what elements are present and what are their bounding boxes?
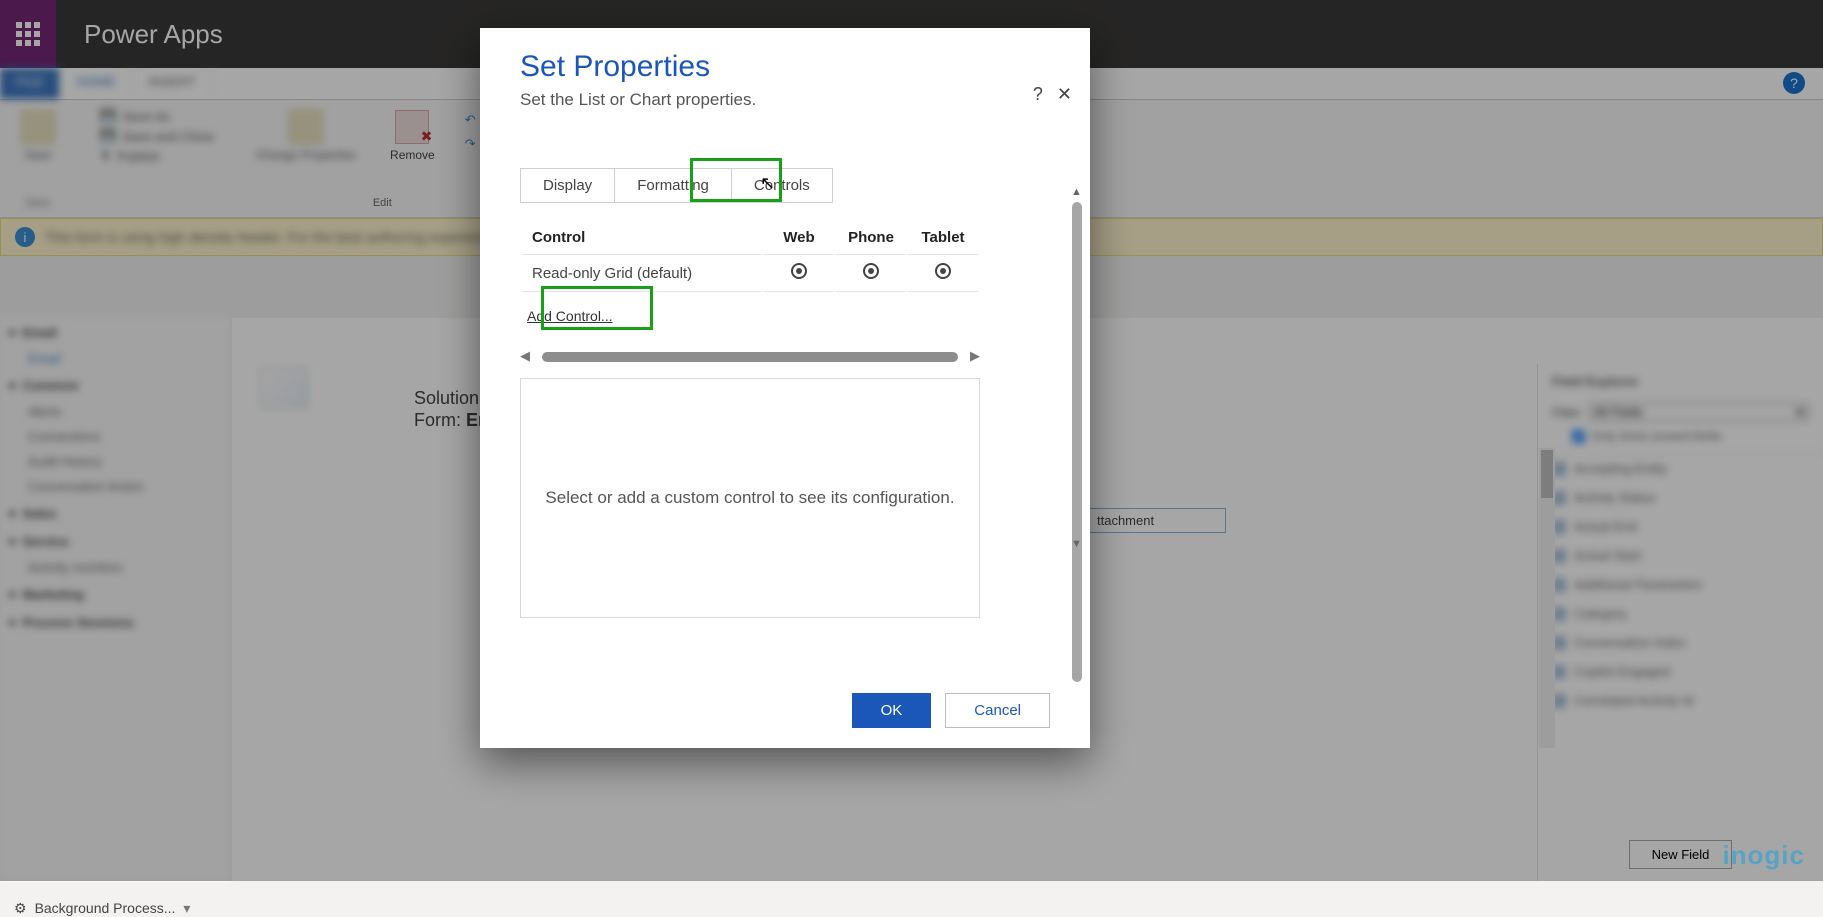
radio-web[interactable]	[791, 263, 807, 279]
dialog-close-icon[interactable]: ✕	[1057, 84, 1072, 105]
scroll-up-icon[interactable]: ▲	[1071, 186, 1082, 198]
scroll-down-icon[interactable]: ▼	[1071, 538, 1082, 550]
col-phone: Phone	[836, 223, 906, 252]
radio-phone[interactable]	[863, 263, 879, 279]
dialog-title: Set Properties	[520, 50, 1050, 84]
controls-hscroll[interactable]: ◀ ▶	[520, 348, 980, 364]
set-properties-dialog: Set Properties Set the List or Chart pro…	[480, 28, 1090, 748]
controls-table: Control Web Phone Tablet Read-only Grid …	[520, 221, 980, 294]
tab-display[interactable]: Display	[521, 169, 615, 202]
cancel-button[interactable]: Cancel	[945, 693, 1050, 728]
dialog-vscroll[interactable]: ▲ ▼	[1070, 188, 1084, 548]
dialog-subtitle: Set the List or Chart properties.	[520, 90, 1050, 110]
col-control: Control	[522, 223, 762, 252]
tab-formatting[interactable]: Formatting	[615, 169, 732, 202]
control-config-area: Select or add a custom control to see it…	[520, 378, 980, 618]
dialog-scroll-thumb[interactable]	[1072, 202, 1082, 682]
gear-icon: ⚙	[14, 900, 27, 917]
chevron-down-icon: ▾	[183, 900, 190, 917]
control-row[interactable]: Read-only Grid (default)	[522, 254, 978, 292]
dialog-body: Display Formatting Controls ↖ Control We…	[480, 120, 1090, 681]
dialog-footer: OK Cancel	[480, 681, 1090, 748]
control-name: Read-only Grid (default)	[522, 254, 762, 292]
dialog-help-icon[interactable]: ?	[1033, 84, 1043, 105]
add-control-link[interactable]: Add Control...	[515, 302, 625, 330]
scroll-thumb[interactable]	[542, 352, 958, 362]
ok-button[interactable]: OK	[852, 693, 932, 728]
watermark-text: inogic	[1722, 840, 1805, 871]
scroll-left-icon[interactable]: ◀	[520, 348, 530, 364]
scroll-right-icon[interactable]: ▶	[970, 348, 980, 364]
tab-controls[interactable]: Controls	[732, 169, 832, 202]
col-web: Web	[764, 223, 834, 252]
radio-tablet[interactable]	[935, 263, 951, 279]
dialog-tabs: Display Formatting Controls	[520, 168, 833, 203]
config-hint-text: Select or add a custom control to see it…	[545, 488, 954, 508]
col-tablet: Tablet	[908, 223, 978, 252]
